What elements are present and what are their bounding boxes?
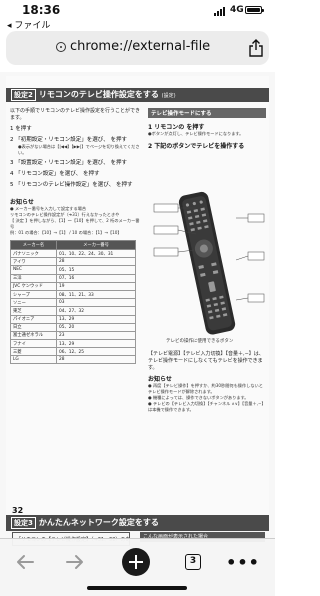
right-notes-heading: お知らせ xyxy=(148,376,172,383)
new-tab-button[interactable] xyxy=(121,547,151,577)
note-line: 例：01 の場合：【10】→【1】 / 10 の場合：【1】→【10】 xyxy=(10,230,122,235)
step-2-note: ●表示がない場合は【|◀◀】【▶▶|】でページを切り換えてください。 xyxy=(18,144,140,155)
tab-count: 3 xyxy=(185,554,201,570)
battery-icon xyxy=(245,6,264,14)
side-heading: テレビ操作モードにする xyxy=(148,108,266,118)
section-title-bar-2: 設定3 かんたんネットワーク設定をする xyxy=(6,515,269,531)
table-row: フナイ 13、29 xyxy=(10,339,136,349)
maker-name-cell: NEC xyxy=(10,265,57,275)
table-row: パナソニック 01、10、22、24、30、31 xyxy=(10,248,136,259)
table-row: 日立 05、20 xyxy=(10,322,136,332)
document-sheet: 設定2 リモコンのテレビ操作設定をする (設定) 以下の手順でリモコンのテレビ操作… xyxy=(6,76,269,521)
maker-code-cell: 01、10、22、24、30、31 xyxy=(56,248,136,259)
maker-code-cell: 28 xyxy=(56,355,136,365)
step-1: 1 を押す xyxy=(10,126,32,132)
maker-code-cell: 08、11、21、33 xyxy=(56,289,136,300)
right-column: テレビ操作モードにする 1 リモコンの を押す ●ボタンが点灯し、テレビ操作モー… xyxy=(148,108,266,150)
maker-name-cell: JVC ケンウッド xyxy=(10,281,57,291)
right-notes: お知らせ ● 再度【テレビ操作】を押すか、約30秒間何も操作しないとテレビ操作モ… xyxy=(148,374,266,413)
table-row: シャープ 08、11、21、33 xyxy=(10,289,136,300)
side-step-2: 2 下記のボタンでテレビを操作する xyxy=(148,143,245,150)
table-row: NEC 05、15 xyxy=(10,265,136,275)
step-3: 3 「設置設定・リモコン設定」を選び、 を押す xyxy=(10,160,127,166)
table-row: アイワ 28 xyxy=(10,257,136,267)
table-row: JVC ケンウッド 19 xyxy=(10,281,136,291)
maker-code-cell: 04、27、32 xyxy=(56,306,136,316)
forward-button[interactable] xyxy=(60,547,90,577)
maker-name-cell: アイワ xyxy=(10,257,57,267)
home-indicator xyxy=(87,586,187,590)
table-row: ソニー 03 xyxy=(10,298,136,308)
maker-name-cell: LG xyxy=(10,355,57,365)
table-header: メーカー番号 xyxy=(56,240,136,250)
maker-code-cell: 13、29 xyxy=(56,314,136,324)
section-badge-2: 設定3 xyxy=(11,517,36,529)
arrow-left-icon xyxy=(17,555,34,569)
network-type: 4G xyxy=(230,5,244,15)
maker-name-cell: フナイ xyxy=(10,339,57,349)
table-row: 三洋 07、16 xyxy=(10,273,136,283)
table-row: パイオニア 13、29 xyxy=(10,314,136,324)
maker-name-cell: パイオニア xyxy=(10,314,57,324)
back-to-app-link[interactable]: ◂ ファイル xyxy=(7,18,50,31)
maker-name-cell: ソニー xyxy=(10,298,57,308)
maker-code-cell: 05、15 xyxy=(56,265,136,275)
maker-code-cell: 05、20 xyxy=(56,322,136,332)
remote-control-illustration xyxy=(153,191,265,335)
step-5: 5 「リモコンのテレビ操作設定」を選び、 を押す xyxy=(10,182,133,188)
status-time: 18:36 xyxy=(22,3,61,17)
info-icon[interactable] xyxy=(56,42,66,52)
table-header: メーカー名 xyxy=(10,240,57,250)
maker-code-cell: 07、16 xyxy=(56,273,136,283)
status-bar: 18:36 4G xyxy=(0,0,275,20)
maker-code-cell: 13、29 xyxy=(56,339,136,349)
section-title: リモコンのテレビ操作設定をする xyxy=(38,90,159,99)
plus-icon xyxy=(122,548,150,576)
section-badge: 設定2 xyxy=(11,89,36,101)
signal-icon xyxy=(214,7,225,16)
maker-code-table: メーカー名 メーカー番号 パナソニック 01、10、22、24、30、31 アイワ 2… xyxy=(10,240,136,365)
table-row: 東芝 04、27、32 xyxy=(10,306,136,316)
table-row: 三菱 06、12、25 xyxy=(10,347,136,357)
maker-code-cell: 23 xyxy=(56,330,136,341)
note-line: ● 再度【テレビ操作】を押すか、約30秒間何も操作しないとテレビ操作モードが解除… xyxy=(148,383,263,394)
side-step-1: 1 リモコンの を押す xyxy=(148,124,205,131)
maker-name-cell: 三菱 xyxy=(10,347,57,357)
maker-code-cell: 28 xyxy=(56,257,136,267)
maker-code-cell: 03 xyxy=(56,298,136,308)
section-title-suffix: (設定) xyxy=(161,93,176,99)
maker-name-cell: 三洋 xyxy=(10,273,57,283)
step-2: 2 「初期設定・リモコン設定」を選び、 を押す xyxy=(10,137,127,143)
page-number: 32 xyxy=(12,506,24,515)
section-title-2: かんたんネットワーク設定をする xyxy=(38,518,159,527)
intro-text: 以下の手順でリモコンのテレビ操作設定を行うことができます。 xyxy=(10,108,141,121)
maker-name-cell: 東芝 xyxy=(10,306,57,316)
remote-caption: テレビの操作に使用できるボタン xyxy=(166,339,234,344)
section-title-bar: 設定2 リモコンのテレビ操作設定をする (設定) xyxy=(6,88,269,102)
maker-code-cell: 06、12、25 xyxy=(56,347,136,357)
notes-heading: お知らせ xyxy=(10,199,34,206)
maker-name-cell: シャープ xyxy=(10,289,57,300)
more-dots-icon: ••• xyxy=(226,552,260,572)
tab-switcher-button[interactable]: 3 xyxy=(178,547,208,577)
address-bar[interactable]: chrome://external-file xyxy=(6,31,269,65)
maker-code-cell: 19 xyxy=(56,281,136,291)
more-menu-button[interactable]: ••• xyxy=(226,547,260,577)
table-row: 富士通ゼネラル 23 xyxy=(10,330,136,341)
side-step-1-note: ●ボタンが点灯し、テレビ操作モードになります。 xyxy=(148,131,244,136)
maker-name-cell: 日立 xyxy=(10,322,57,332)
maker-name-cell: 富士通ゼネラル xyxy=(10,330,57,341)
url-text[interactable]: chrome://external-file xyxy=(70,39,210,54)
step-4: 4 「リモコン設定」を選び、 を押す xyxy=(10,171,100,177)
table-row: LG 28 xyxy=(10,355,136,365)
note-line: 【 決定 】を押しながら、【1】〜【10】を押して、2 桁のメーカー番号 xyxy=(10,218,140,229)
back-button[interactable] xyxy=(10,547,40,577)
left-column: 以下の手順でリモコンのテレビ操作設定を行うことができます。 1 を押す 2 「初… xyxy=(10,108,142,365)
arrow-right-icon xyxy=(66,555,83,569)
note-line: ● テレビの【テレビ入力切換】【チャンネル ∧∨】【音量＋,−】は本機で操作でき… xyxy=(148,401,266,412)
pdf-viewport[interactable]: 設定2 リモコンのテレビ操作設定をする (設定) 以下の手順でリモコンのテレビ操作… xyxy=(0,72,275,532)
share-icon[interactable] xyxy=(248,39,264,57)
tv-buttons-text: 【テレビ電源】【テレビ入力切換】【音量＋,−】は、テレビ操作モードにしなくてもテ… xyxy=(148,351,264,371)
maker-name-cell: パナソニック xyxy=(10,248,57,259)
